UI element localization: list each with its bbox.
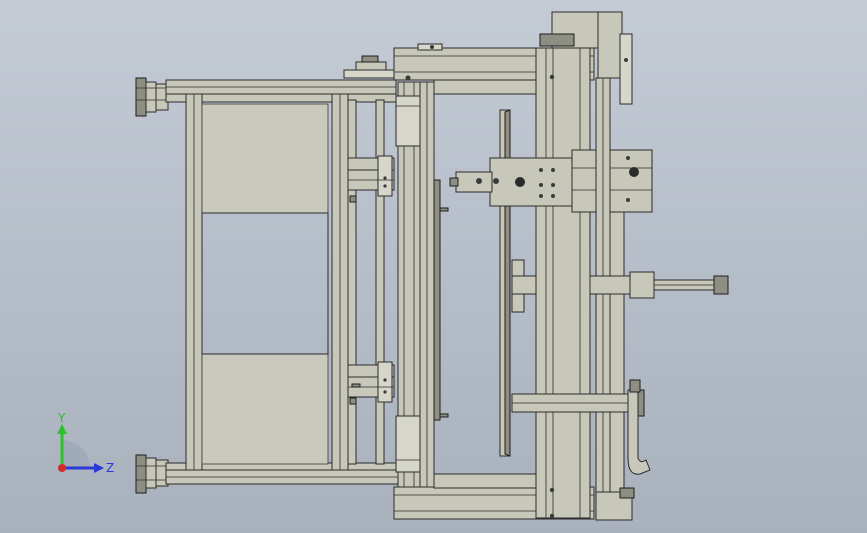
orientation-triad: Y Z: [57, 411, 114, 475]
left-frame: [135, 77, 399, 494]
y-axis-label: Y: [57, 411, 66, 425]
slide-block-bottom: [347, 361, 395, 403]
cad-viewport[interactable]: Y Z: [0, 0, 867, 533]
central-gantry: [393, 43, 595, 520]
spindle-carriage: [449, 149, 653, 213]
main-column: [535, 47, 591, 519]
upper-panel: [201, 103, 329, 214]
leveling-foot-bottom: [135, 454, 169, 494]
top-handwheel: [343, 55, 395, 79]
horizontal-cylinder: [629, 271, 655, 299]
carriage-bracket: [571, 149, 653, 213]
slide-block-top: [347, 155, 395, 197]
leveling-foot-top: [135, 77, 169, 117]
z-axis-label: Z: [106, 461, 114, 475]
assembly-drawing: [135, 11, 729, 521]
x-axis-point: [58, 464, 66, 472]
carriage-block: [489, 157, 573, 207]
lower-panel: [201, 353, 329, 465]
